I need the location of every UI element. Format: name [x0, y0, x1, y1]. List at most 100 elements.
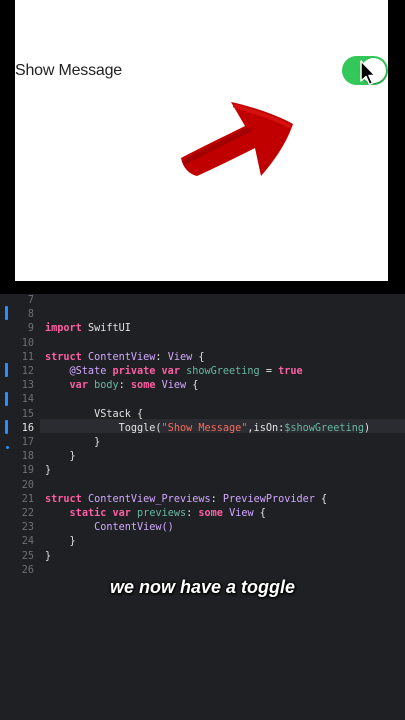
code-token: private	[112, 366, 156, 377]
code-token: =	[259, 366, 279, 377]
code-token: :	[186, 508, 199, 519]
code-token: import	[45, 323, 82, 335]
code-token: true	[278, 366, 303, 377]
code-line[interactable]: 15 VStack {	[0, 408, 405, 422]
line-number: 19	[21, 465, 34, 477]
code-token: showGreeting	[186, 366, 260, 377]
code-line[interactable]: 16 Toggle("Show Message",isOn:$showGreet…	[0, 422, 405, 436]
line-number: 21	[21, 493, 34, 505]
code-line[interactable]: 23 ContentView()	[0, 521, 405, 535]
code-token: }	[45, 451, 76, 463]
mouse-pointer-icon	[360, 60, 376, 86]
code-token: $showGreeting	[284, 422, 364, 434]
code-line[interactable]: 19}	[0, 464, 405, 478]
video-caption: we now have a toggle	[109, 577, 296, 597]
code-token: View	[167, 351, 193, 363]
code-text: Toggle("Show Message",isOn:$showGreeting…	[45, 422, 371, 436]
code-line[interactable]: 20	[0, 479, 405, 493]
code-line[interactable]: 26	[0, 564, 405, 578]
code-line[interactable]: 9 import SwiftUI	[0, 322, 405, 336]
code-token: }	[45, 550, 52, 562]
code-line[interactable]: 12 @State private var showGreeting = tru…	[0, 365, 405, 379]
line-number: 22	[21, 508, 34, 519]
code-text: }	[45, 464, 51, 478]
code-line[interactable]: 18 }	[0, 450, 405, 464]
code-token: VStack {	[45, 408, 144, 420]
code-token: {	[253, 508, 266, 519]
line-number: 23	[21, 522, 34, 534]
code-token: some	[198, 508, 223, 519]
code-token: struct	[45, 493, 82, 505]
line-number: 14	[21, 394, 34, 406]
code-token: View	[161, 380, 187, 392]
code-line[interactable]: 14	[0, 393, 405, 407]
code-token: PreviewProvider	[222, 493, 315, 505]
code-editor[interactable]: 7 8 9 import SwiftUI 10 11 struct ContentView:…	[0, 294, 405, 720]
canvas-preview: Show Message	[15, 0, 388, 281]
code-line[interactable]: 22 static var previews: some View {	[0, 507, 405, 521]
code-text: static var previews: some View {	[45, 507, 266, 521]
line-number: 8	[27, 309, 34, 321]
line-number: 18	[21, 451, 34, 463]
line-number: 11	[21, 351, 34, 363]
code-line[interactable]: 8	[0, 308, 405, 322]
code-token: :	[155, 351, 168, 363]
code-token: static	[69, 508, 107, 519]
code-token: some	[130, 380, 156, 392]
code-text: }	[45, 450, 76, 464]
line-number: 24	[21, 536, 34, 548]
code-token: ContentView	[87, 351, 156, 363]
code-text: var body: some View {	[45, 379, 199, 393]
code-token: }	[45, 437, 101, 448]
code-line[interactable]: 25}	[0, 550, 405, 564]
code-line[interactable]: 13 var body: some View {	[0, 379, 405, 393]
code-token: previews	[137, 508, 187, 519]
code-token: :	[210, 493, 223, 505]
code-token: {	[186, 380, 199, 392]
code-token: :	[118, 380, 131, 392]
code-text: ContentView()	[45, 521, 174, 535]
code-token: @State	[45, 366, 113, 377]
toggle-label: Show Message	[15, 62, 122, 79]
code-text: @State private var showGreeting = true	[45, 365, 303, 379]
code-text: struct ContentView_Previews: PreviewProv…	[45, 493, 327, 507]
code-token: Toggle(	[45, 422, 162, 434]
code-token: struct	[45, 351, 82, 363]
code-token: {	[314, 493, 328, 505]
line-number: 10	[21, 337, 34, 349]
red-arrow-annotation	[181, 102, 293, 176]
code-line[interactable]: 10	[0, 337, 405, 351]
line-number: 16	[21, 422, 34, 434]
code-line[interactable]: 21 struct ContentView_Previews: PreviewPr…	[0, 493, 405, 507]
code-text: }	[45, 436, 100, 450]
line-number: 26	[21, 564, 34, 576]
code-token: ContentView_Previews	[87, 493, 211, 505]
line-number: 13	[21, 380, 34, 392]
code-token: var	[161, 366, 180, 377]
code-text: struct ContentView: View {	[45, 351, 205, 365]
code-token: var	[69, 380, 88, 392]
line-number: 9	[27, 323, 34, 335]
line-number: 12	[21, 366, 34, 377]
code-line[interactable]: 7	[0, 294, 405, 308]
code-token: }	[45, 465, 52, 477]
code-token: ContentView()	[45, 522, 174, 534]
code-token: )	[363, 422, 371, 434]
code-token: var	[112, 508, 131, 519]
code-token: View	[229, 508, 254, 519]
code-text: VStack {	[45, 408, 143, 422]
code-token: "Show Message"	[161, 422, 248, 434]
line-number: 17	[21, 437, 34, 448]
code-line[interactable]: 17 }	[0, 436, 405, 450]
code-text: import SwiftUI	[45, 322, 131, 336]
code-token: ,isOn:	[247, 422, 285, 434]
code-line[interactable]: 24 }	[0, 535, 405, 549]
code-token: body	[94, 380, 119, 392]
line-number: 7	[27, 295, 34, 306]
line-number: 15	[21, 408, 34, 420]
code-token: }	[45, 536, 76, 548]
code-line[interactable]: 11 struct ContentView: View {	[0, 351, 405, 365]
code-text: }	[45, 535, 76, 549]
